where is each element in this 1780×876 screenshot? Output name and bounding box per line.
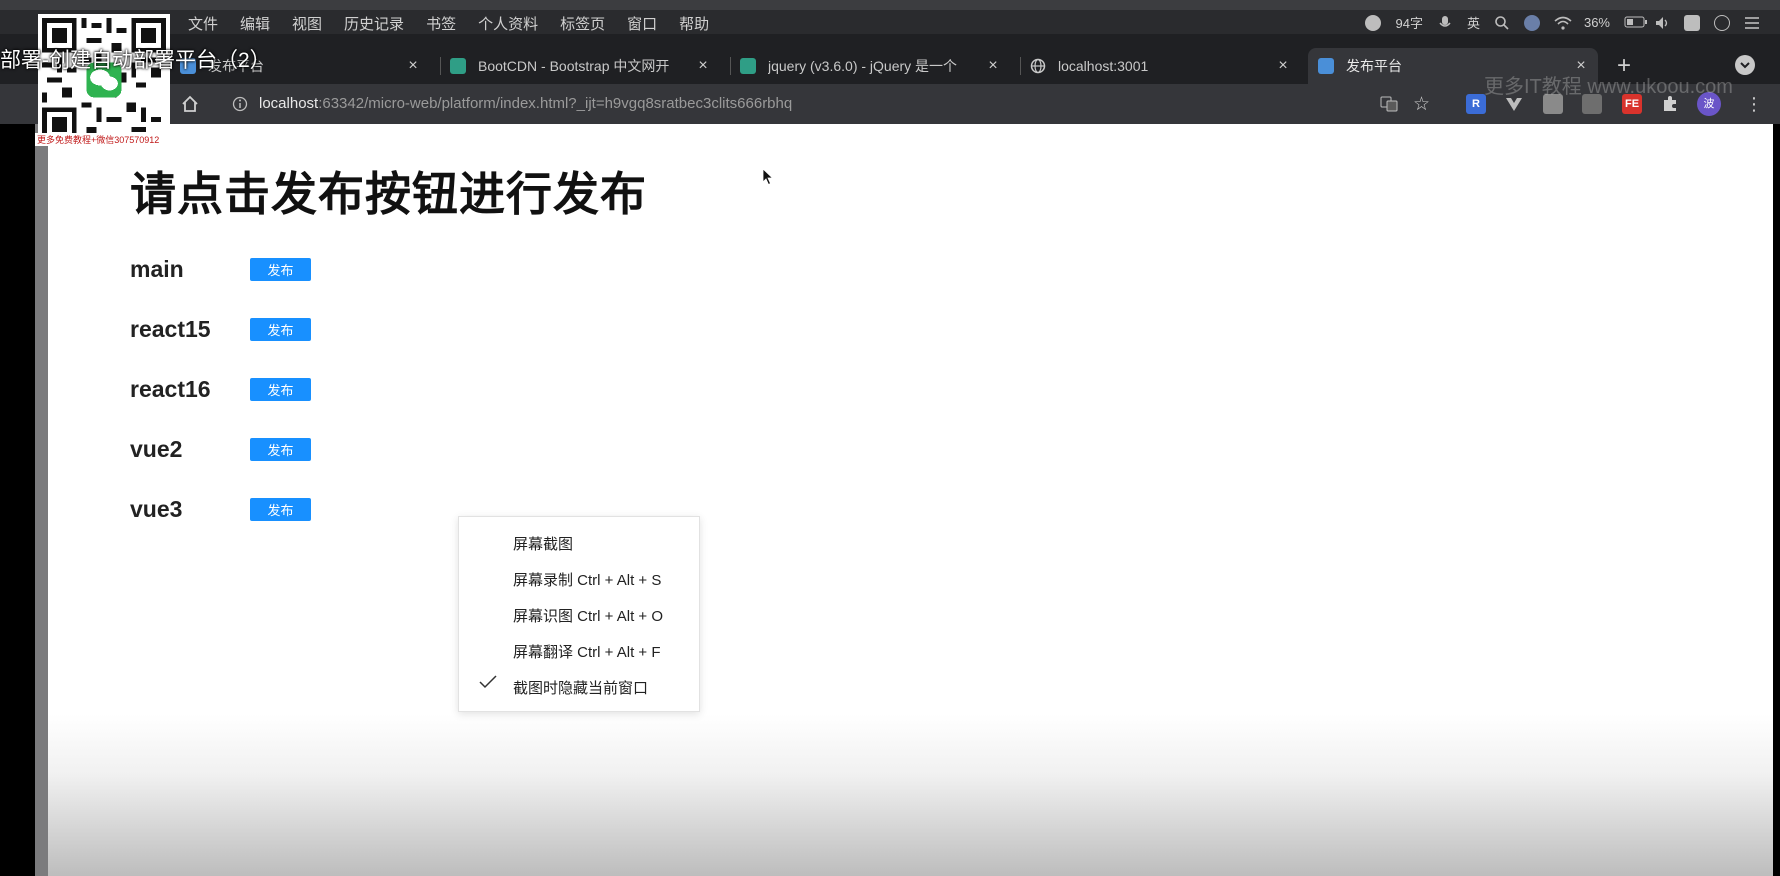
close-icon[interactable]: × <box>406 58 420 74</box>
menu-bookmarks[interactable]: 书签 <box>426 13 456 34</box>
publish-button-react16[interactable]: 发布 <box>250 378 311 401</box>
sogou-icon[interactable] <box>1684 14 1700 31</box>
h-status-icon[interactable] <box>1365 14 1382 31</box>
close-icon[interactable]: × <box>696 58 710 74</box>
battery-percent: 36% <box>1583 15 1610 30</box>
wifi-icon[interactable] <box>1554 15 1572 31</box>
bootcdn-favicon-icon <box>450 58 466 74</box>
publish-button-vue3[interactable]: 发布 <box>250 498 311 521</box>
app-name: vue2 <box>130 436 183 462</box>
menu-window[interactable]: 窗口 <box>627 13 657 34</box>
app-name: main <box>130 256 184 282</box>
translate-icon[interactable] <box>1380 96 1398 112</box>
video-title-overlay: 部署-创建自动部署平台（2） <box>0 49 271 72</box>
word-count: 94字 <box>1395 16 1423 31</box>
search-icon[interactable] <box>1494 15 1510 31</box>
tab-title: localhost:3001 <box>1058 58 1149 74</box>
bookmark-star-icon[interactable]: ☆ <box>1413 93 1430 116</box>
screen-top-strip <box>0 0 1780 10</box>
app-name: react15 <box>130 316 211 342</box>
tab-favicon-icon <box>1318 58 1334 74</box>
jquery-favicon-icon <box>740 58 756 74</box>
macos-menu-bar: 文件 编辑 视图 历史记录 书签 个人资料 标签页 窗口 帮助 94字 英 36… <box>0 10 1780 34</box>
app-name: vue3 <box>130 496 183 522</box>
publish-button-react15[interactable]: 发布 <box>250 318 311 341</box>
battery-icon[interactable] <box>1624 15 1647 31</box>
publish-button-main[interactable]: 发布 <box>250 258 311 281</box>
menu-help[interactable]: 帮助 <box>679 13 709 34</box>
url-host: localhost <box>259 95 319 112</box>
notification-center-icon[interactable] <box>1744 15 1760 31</box>
menu-item-screen-translate[interactable]: 屏幕翻译 Ctrl + Alt + F <box>513 641 661 663</box>
wechat-qr-code <box>38 14 170 146</box>
app-name: react16 <box>130 376 211 402</box>
app-menu: 文件 编辑 视图 历史记录 书签 个人资料 标签页 窗口 帮助 <box>188 13 731 34</box>
tab-bootcdn[interactable]: BootCDN - Bootstrap 中文网开 × <box>440 48 720 84</box>
close-icon[interactable]: × <box>986 58 1000 74</box>
menu-edit[interactable]: 编辑 <box>240 13 270 34</box>
tab-title: jquery (v3.6.0) - jQuery 是一个 <box>768 58 958 74</box>
url-text[interactable]: localhost:63342/micro-web/platform/index… <box>259 95 792 112</box>
volume-icon[interactable] <box>1654 15 1670 31</box>
menu-profiles[interactable]: 个人资料 <box>478 13 538 34</box>
tab-jquery[interactable]: jquery (v3.6.0) - jQuery 是一个 × <box>730 48 1010 84</box>
app-row-react16: react16 发布 <box>130 376 311 403</box>
menu-view[interactable]: 视图 <box>292 13 322 34</box>
site-watermark: 更多IT教程 www.ukoou.com <box>1484 76 1733 98</box>
menu-item-screenshot[interactable]: 屏幕截图 <box>513 533 573 555</box>
app-row-react15: react15 发布 <box>130 316 311 343</box>
status-tray: 94字 英 36% <box>1365 13 1760 32</box>
menu-tab[interactable]: 标签页 <box>560 13 605 34</box>
page-content: 请点击发布按钮进行发布 main 发布 react15 发布 react16 发… <box>48 124 1773 876</box>
menu-item-screen-record[interactable]: 屏幕录制 Ctrl + Alt + S <box>513 569 661 591</box>
clock-icon[interactable] <box>1714 14 1730 31</box>
app-row-main: main 发布 <box>130 256 311 283</box>
menu-history[interactable]: 历史记录 <box>344 13 404 34</box>
menu-file[interactable]: 文件 <box>188 13 218 34</box>
checkmark-icon <box>479 675 497 689</box>
info-icon[interactable] <box>232 96 248 112</box>
close-icon[interactable]: × <box>1276 58 1290 74</box>
menu-item-hide-window[interactable]: 截图时隐藏当前窗口 <box>513 677 648 699</box>
microphone-icon[interactable] <box>1437 15 1453 31</box>
globe-icon <box>1030 58 1046 74</box>
left-window-edge <box>35 124 48 876</box>
url-path: :63342/micro-web/platform/index.html?_ij… <box>318 95 793 112</box>
tab-search-button[interactable] <box>1735 55 1755 75</box>
screenshot-context-menu: 屏幕截图 屏幕录制 Ctrl + Alt + S 屏幕识图 Ctrl + Alt… <box>458 516 700 712</box>
tab-localhost-3001[interactable]: localhost:3001 × <box>1020 48 1300 84</box>
app-row-vue2: vue2 发布 <box>130 436 311 463</box>
input-method[interactable]: 英 <box>1467 13 1480 32</box>
extension-r-icon[interactable]: R <box>1466 94 1486 114</box>
page-title: 请点击发布按钮进行发布 <box>130 168 647 220</box>
app-row-vue3: vue3 发布 <box>130 496 311 523</box>
menu-item-screen-ocr[interactable]: 屏幕识图 Ctrl + Alt + O <box>513 605 663 627</box>
control-center-icon[interactable] <box>1523 14 1540 31</box>
qr-caption: 更多免费教程+微信307570912 <box>35 133 162 146</box>
tab-title: BootCDN - Bootstrap 中文网开 <box>478 58 670 74</box>
mouse-cursor-icon <box>762 168 774 186</box>
home-icon[interactable] <box>180 94 200 114</box>
publish-button-vue2[interactable]: 发布 <box>250 438 311 461</box>
address-bar[interactable]: localhost:63342/micro-web/platform/index… <box>216 88 1430 120</box>
browser-menu-icon[interactable]: ⋮ <box>1745 92 1763 116</box>
